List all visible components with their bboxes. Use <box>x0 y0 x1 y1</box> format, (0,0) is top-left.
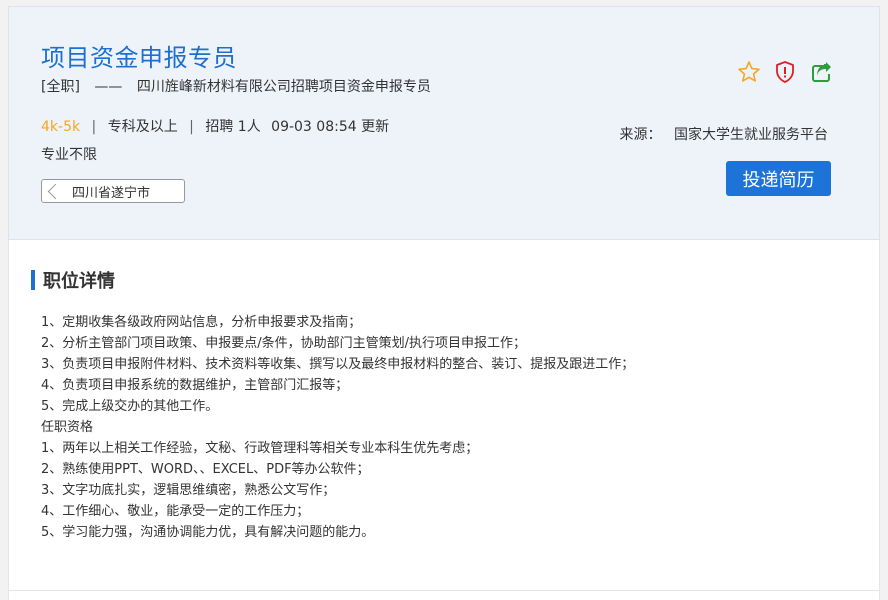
meta-separator: | <box>189 119 194 135</box>
job-meta: 4k-5k | 专科及以上 | 招聘 1人 09-03 08:54 更新 <box>41 116 389 136</box>
share-icon[interactable] <box>809 60 833 84</box>
job-type: [全职] <box>41 79 80 95</box>
description-line: 5、完成上级交办的其他工作。 <box>41 399 219 414</box>
job-detail-page: 项目资金申报专员 [全职] —— 四川旌峰新材料有限公司招聘项目资金申报专员 4… <box>0 0 888 600</box>
divider <box>9 590 879 591</box>
location-label: 四川省遂宁市 <box>72 185 151 201</box>
description-line: 1、定期收集各级政府网站信息，分析申报要求及指南； <box>41 315 362 330</box>
description-line: 4、工作细心、敬业，能承受一定的工作压力； <box>41 504 310 519</box>
description-line: 5、学习能力强，沟通协调能力优，具有解决问题的能力。 <box>41 525 375 540</box>
apply-resume-button[interactable]: 投递简历 <box>726 161 831 196</box>
star-icon[interactable] <box>737 60 761 84</box>
section-title: 职位详情 <box>31 267 115 293</box>
shield-alert-icon[interactable] <box>773 60 797 84</box>
job-subline: [全职] —— 四川旌峰新材料有限公司招聘项目资金申报专员 <box>41 76 431 96</box>
job-details-section: 职位详情 1、定期收集各级政府网站信息，分析申报要求及指南； 2、分析主管部门项目… <box>8 240 880 600</box>
subline-dash: —— <box>94 79 123 95</box>
location-tag: 四川省遂宁市 <box>41 179 185 203</box>
headcount: 招聘 1人 <box>205 119 261 135</box>
job-title: 项目资金申报专员 <box>41 44 237 72</box>
action-icons <box>737 60 833 84</box>
job-description: 1、定期收集各级政府网站信息，分析申报要求及指南； 2、分析主管部门项目政策、申报… <box>41 312 634 543</box>
source-info: 来源： 国家大学生就业服务平台 <box>620 124 828 144</box>
description-line: 4、负责项目申报系统的数据维护，主管部门汇报等； <box>41 378 349 393</box>
source-value: 国家大学生就业服务平台 <box>674 127 828 143</box>
description-line: 2、分析主管部门项目政策、申报要点/条件，协助部门主管策划/执行项目申报工作； <box>41 336 527 351</box>
description-line: 任职资格 <box>41 420 94 435</box>
major-requirement: 专业不限 <box>41 147 97 163</box>
description-line: 2、熟练使用PPT、WORD、、EXCEL、PDF等办公软件； <box>41 462 370 477</box>
source-label: 来源： <box>619 127 662 143</box>
description-line: 1、两年以上相关工作经验，文秘、行政管理科等相关专业本科生优先考虑； <box>41 441 479 456</box>
company-line: 四川旌峰新材料有限公司招聘项目资金申报专员 <box>136 79 431 95</box>
updated-time: 09-03 08:54 更新 <box>271 119 390 135</box>
salary: 4k-5k <box>41 119 81 135</box>
job-header: 项目资金申报专员 [全职] —— 四川旌峰新材料有限公司招聘项目资金申报专员 4… <box>8 6 880 240</box>
description-line: 3、负责项目申报附件材料、技术资料等收集、撰写以及最终申报材料的整合、装订、提报… <box>41 357 635 372</box>
education: 专科及以上 <box>107 119 178 135</box>
description-line: 3、文字功底扎实，逻辑思维缜密，熟悉公文写作； <box>41 483 336 498</box>
meta-separator: | <box>91 119 97 135</box>
